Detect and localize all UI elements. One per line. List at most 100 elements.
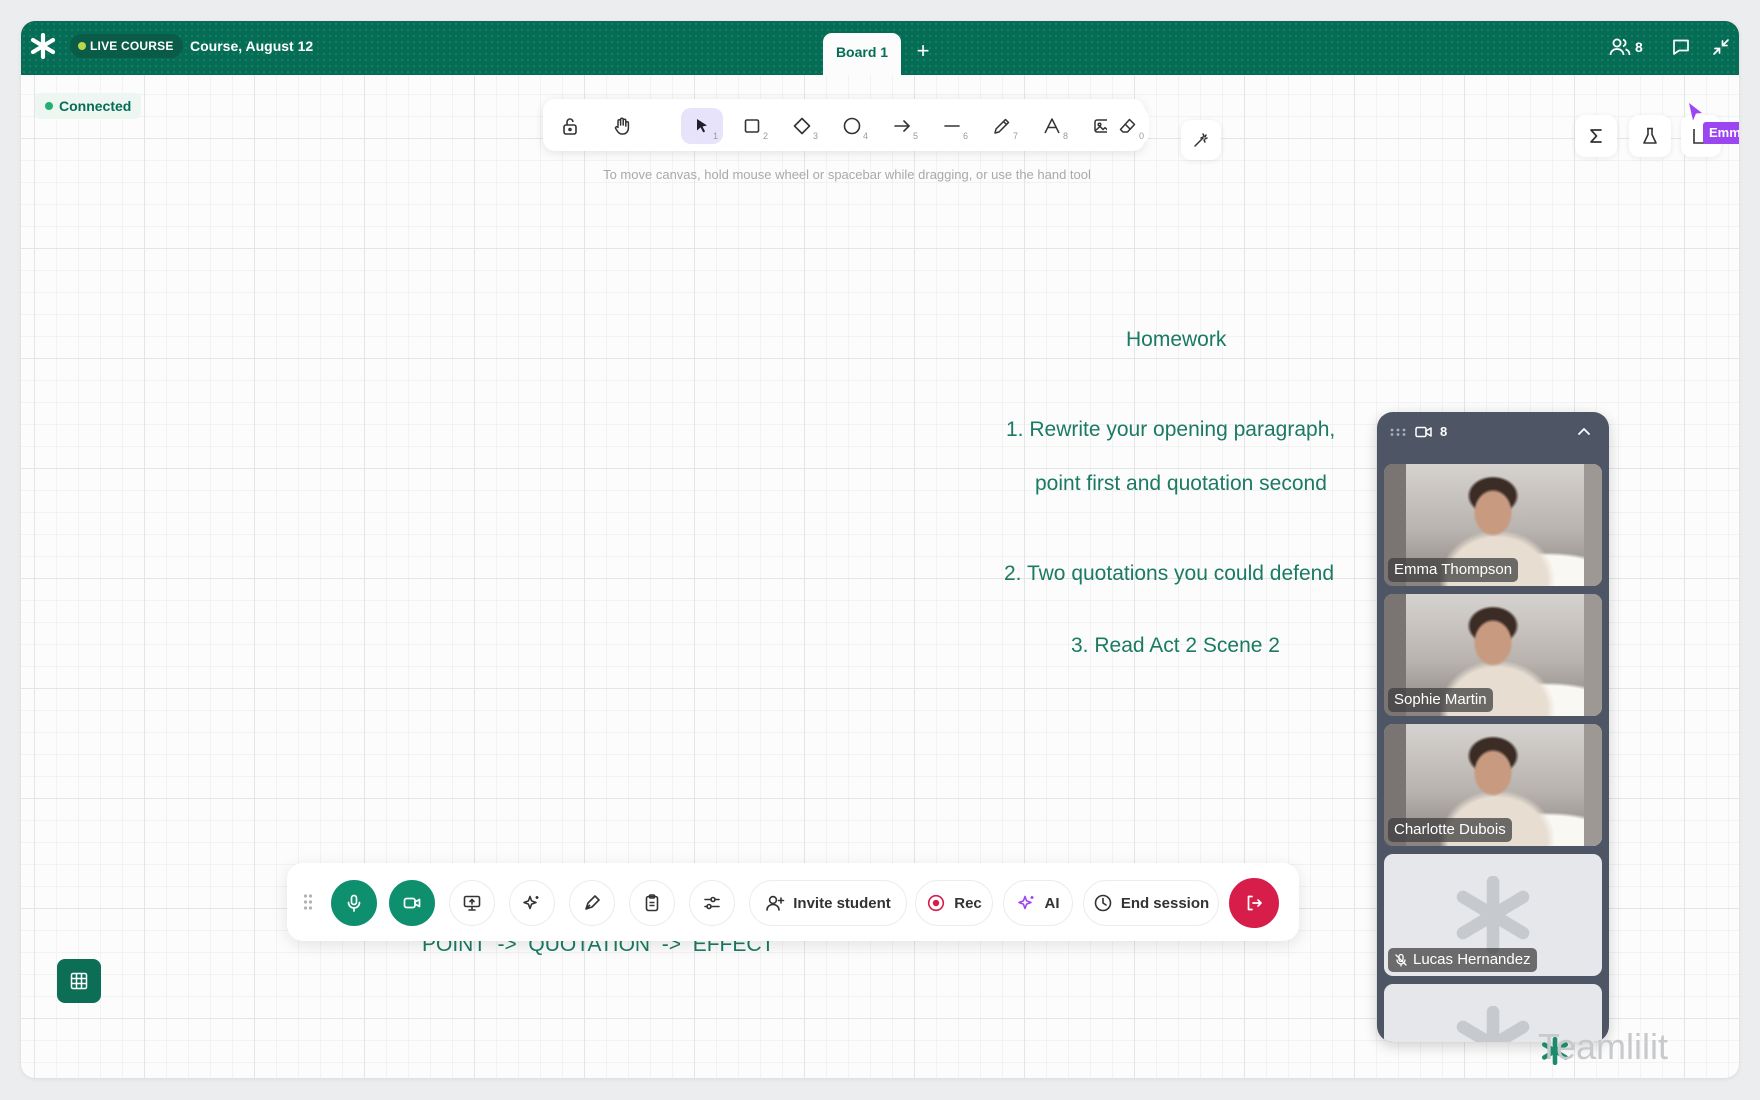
arrow-tool[interactable]: 5 (881, 108, 923, 144)
diamond-tool-shortcut: 3 (812, 131, 818, 141)
course-title: Course, August 12 (190, 38, 314, 54)
homework-item-3: 3. Read Act 2 Scene 2 (1071, 634, 1280, 657)
flask-icon (1643, 127, 1657, 144)
drag-handle-icon[interactable] (303, 893, 313, 911)
end-session-button[interactable]: End session (1083, 880, 1219, 926)
connection-status: Connected (35, 93, 142, 119)
placeholder-avatar-icon (1456, 1006, 1530, 1042)
app-logo-icon[interactable] (30, 33, 56, 59)
muted-microphone-icon (1395, 953, 1407, 967)
homework-item-1-line-1: 1. Rewrite your opening paragraph, (1006, 418, 1336, 441)
chevron-up-icon[interactable] (1577, 426, 1591, 438)
record-button[interactable]: Rec (915, 880, 993, 926)
line-icon (944, 125, 960, 127)
video-count: 8 (1440, 424, 1448, 439)
rectangle-tool-shortcut: 2 (762, 131, 768, 141)
microphone-button[interactable] (331, 880, 377, 926)
participant-name-text: Sophie Martin (1394, 691, 1487, 708)
sigma-icon (1590, 129, 1602, 143)
ellipse-tool[interactable]: 4 (831, 108, 873, 144)
homework-heading: Homework (1126, 328, 1227, 351)
select-tool[interactable]: 1 (681, 108, 723, 144)
homework-item-1-line-2: point first and quotation second (1035, 472, 1327, 495)
connected-dot (45, 102, 53, 110)
participant-tile-emma[interactable]: Emma Thompson (1384, 464, 1602, 586)
settings-button[interactable] (689, 880, 735, 926)
participant-name: Sophie Martin (1388, 688, 1493, 712)
text-tool[interactable]: 8 (1031, 108, 1073, 144)
video-camera-icon (403, 897, 421, 909)
canvas-hint: To move canvas, hold mouse wheel or spac… (603, 167, 1091, 182)
screen-share-button[interactable] (449, 880, 495, 926)
participant-tile-sophie[interactable]: Sophie Martin (1384, 594, 1602, 716)
tab-board-1[interactable]: Board 1 (823, 33, 901, 75)
record-icon (928, 894, 945, 912)
clock-icon (1094, 894, 1112, 912)
laser-pointer-button[interactable] (1181, 120, 1221, 160)
eraser-tool[interactable]: 0 (1107, 108, 1149, 144)
line-tool-shortcut: 6 (962, 131, 968, 141)
rectangle-tool[interactable]: 2 (731, 108, 773, 144)
live-indicator-dot (78, 42, 86, 50)
participant-name-text: Lucas Hernandez (1413, 951, 1531, 968)
participant-tile-charlotte[interactable]: Charlotte Dubois (1384, 724, 1602, 846)
formula-button[interactable] (1575, 115, 1617, 157)
microphone-icon (347, 894, 361, 912)
app-window: LIVE COURSE Course, August 12 Board 1 + … (21, 21, 1739, 1078)
sparkles-icon (523, 895, 539, 910)
video-participants-panel: 8 Emma Thompson Sophie Martin Charlotte … (1377, 412, 1609, 1042)
ellipse-tool-shortcut: 4 (862, 131, 868, 141)
connection-status-label: Connected (59, 98, 132, 114)
minimize-icon[interactable] (1711, 37, 1731, 57)
invite-student-label: Invite student (793, 894, 891, 912)
camera-button[interactable] (389, 880, 435, 926)
add-user-icon (766, 895, 785, 911)
line-tool[interactable]: 6 (931, 108, 973, 144)
eraser-tool-shortcut: 0 (1138, 131, 1144, 141)
drag-dots-icon[interactable] (1390, 428, 1406, 436)
invite-student-button[interactable]: Invite student (749, 880, 907, 926)
arrow-right-icon (894, 120, 911, 132)
leave-button[interactable] (1229, 878, 1279, 928)
participant-name-text: Emma Thompson (1394, 561, 1513, 578)
add-board-button[interactable]: + (910, 38, 936, 64)
pencil-tool[interactable]: 7 (981, 108, 1023, 144)
laser-pointer-icon (1194, 133, 1208, 147)
end-session-label: End session (1120, 894, 1210, 912)
drawing-toolbar: 1 2 3 4 5 6 7 8 (543, 99, 1145, 151)
ai-sparkle-icon (1017, 895, 1033, 910)
participant-name-text: Charlotte Dubois (1394, 821, 1506, 838)
grid-icon (70, 972, 88, 990)
remote-cursor-label: Emma T (1703, 122, 1739, 144)
pencil-icon (994, 118, 1010, 134)
ai-label: AI (1044, 894, 1060, 912)
ai-button[interactable]: AI (1003, 880, 1073, 926)
notes-button[interactable] (629, 880, 675, 926)
participant-name: Charlotte Dubois (1388, 818, 1512, 842)
placeholder-avatar-icon (1456, 876, 1530, 954)
participants-button[interactable]: 8 (1609, 35, 1643, 59)
cursor-pointer-icon (697, 119, 707, 133)
hand-tool[interactable] (601, 108, 643, 144)
sliders-icon (704, 896, 720, 910)
annotate-button[interactable] (569, 880, 615, 926)
lab-button[interactable] (1629, 115, 1671, 157)
lock-tool[interactable] (549, 108, 591, 144)
rectangle-icon (744, 119, 760, 133)
video-panel-header: 8 (1377, 412, 1609, 452)
live-course-badge: LIVE COURSE (70, 34, 183, 58)
text-icon (1044, 118, 1060, 134)
exit-icon (1247, 895, 1262, 911)
grid-toggle-button[interactable] (57, 959, 101, 1003)
chat-icon[interactable] (1671, 37, 1691, 57)
unlock-icon (563, 118, 577, 135)
arrow-tool-shortcut: 5 (912, 131, 918, 141)
participant-tile-lucas[interactable]: Lucas Hernandez (1384, 854, 1602, 976)
screen-share-icon (463, 895, 481, 911)
text-tool-shortcut: 8 (1062, 131, 1068, 141)
effects-button[interactable] (509, 880, 555, 926)
diamond-icon (793, 117, 811, 135)
video-count-icon (1415, 426, 1432, 438)
diamond-tool[interactable]: 3 (781, 108, 823, 144)
top-bar: LIVE COURSE Course, August 12 Board 1 + … (21, 21, 1739, 75)
